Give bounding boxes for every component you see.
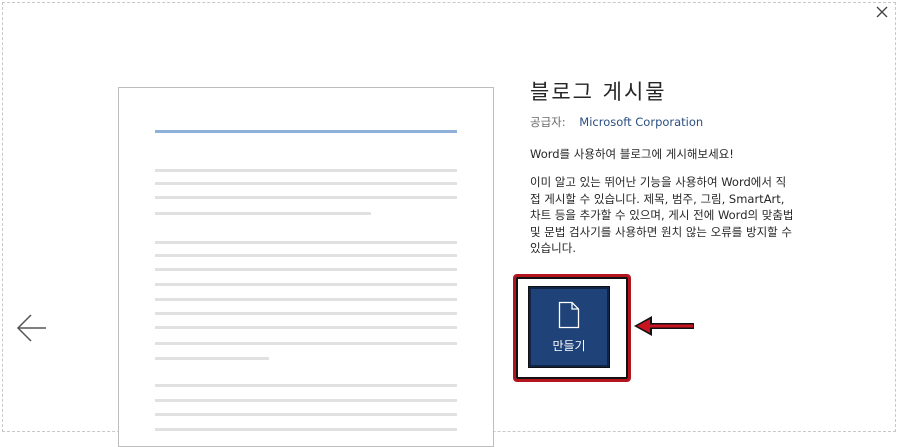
preview-text-line	[155, 298, 457, 301]
preview-text-line	[155, 196, 457, 199]
template-title: 블로그 게시물	[530, 80, 667, 104]
template-description: 이미 알고 있는 뛰어난 기능을 사용하여 Word에서 직접 게시할 수 있습…	[530, 175, 794, 255]
create-button[interactable]: 만들기	[528, 286, 610, 368]
preview-text-line	[155, 268, 457, 271]
preview-text-line	[155, 384, 457, 387]
preview-text-line	[155, 413, 457, 416]
left-arrow-icon	[16, 314, 46, 342]
preview-text-line	[155, 357, 269, 360]
preview-text-line	[155, 182, 457, 185]
publisher-name[interactable]: Microsoft Corporation	[579, 115, 703, 129]
close-icon	[876, 6, 888, 18]
preview-title-line	[155, 130, 457, 133]
preview-text-line	[155, 212, 371, 215]
preview-text-line	[155, 312, 457, 315]
preview-text-line	[155, 169, 457, 172]
preview-text-line	[155, 326, 457, 329]
preview-text-line	[155, 254, 457, 257]
preview-text-line	[155, 241, 457, 244]
create-button-label: 만들기	[552, 338, 586, 353]
preview-text-line	[155, 283, 457, 286]
back-button[interactable]	[16, 313, 48, 343]
preview-text-line	[155, 428, 457, 431]
red-arrow-icon	[634, 316, 694, 336]
close-button[interactable]	[872, 2, 892, 22]
publisher-info: 공급자: Microsoft Corporation	[530, 114, 703, 130]
document-icon	[558, 301, 580, 328]
preview-text-line	[155, 399, 457, 402]
publisher-label: 공급자:	[530, 115, 566, 129]
template-preview	[118, 87, 494, 447]
template-tagline: Word를 사용하여 블로그에 게시해보세요!	[530, 147, 734, 161]
preview-text-line	[155, 342, 457, 345]
